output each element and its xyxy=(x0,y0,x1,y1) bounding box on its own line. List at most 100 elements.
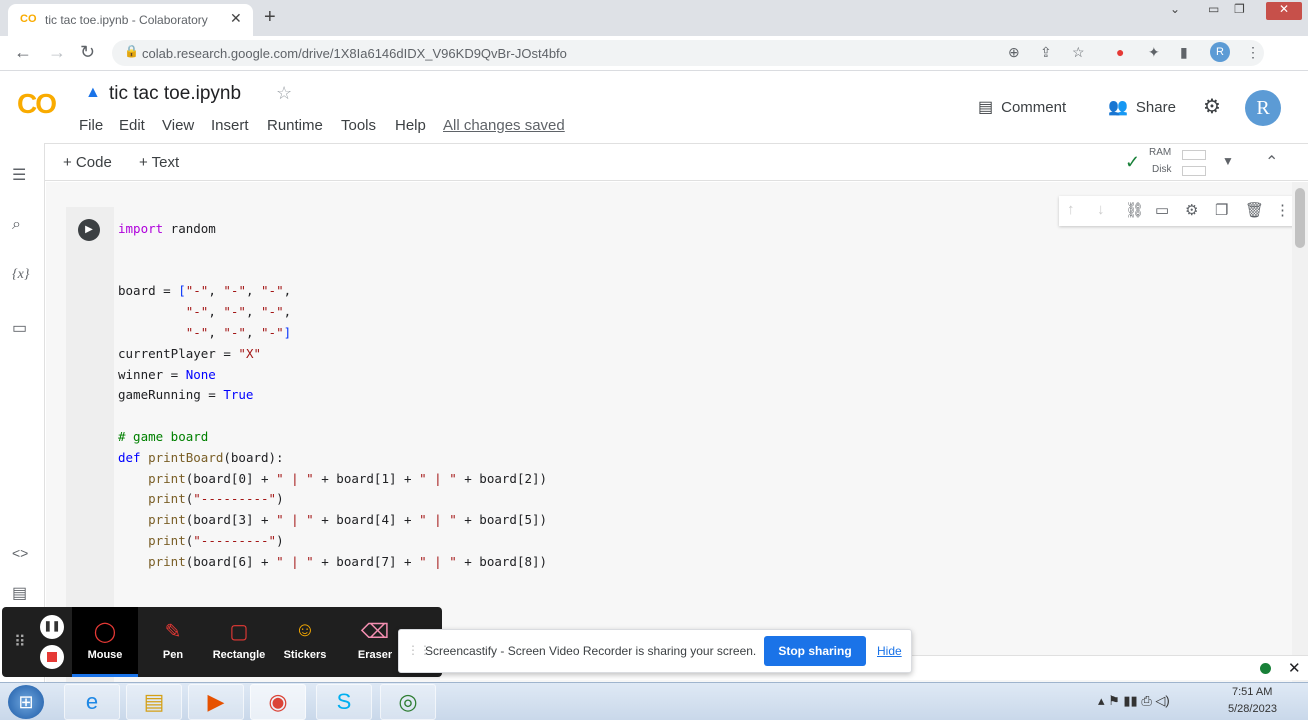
profile-avatar[interactable]: R xyxy=(1210,42,1230,62)
menu-runtime[interactable]: Runtime xyxy=(267,117,323,134)
google-drive-icon[interactable]: ▲ xyxy=(85,84,101,102)
code-line[interactable] xyxy=(118,406,547,427)
hide-notification-link[interactable]: Hide xyxy=(877,644,902,658)
share-page-icon[interactable]: ⇪ xyxy=(1040,44,1052,61)
browser-toolbar: ← → ↻ 🔒 colab.research.google.com/drive/… xyxy=(0,36,1308,71)
tab-search-chevron-icon[interactable]: ⌄ xyxy=(1170,2,1180,20)
address-bar[interactable]: 🔒 colab.research.google.com/drive/1X8Ia6… xyxy=(112,40,1264,66)
close-tab-icon[interactable]: ✕ xyxy=(230,10,242,27)
pen-tool-button[interactable]: ✎ Pen xyxy=(140,607,206,677)
code-line[interactable]: print(board[6] + " | " + board[7] + " | … xyxy=(118,552,547,573)
browser-menu-icon[interactable]: ⋮ xyxy=(1246,44,1260,61)
windows-start-button[interactable]: ⊞ xyxy=(8,685,44,719)
clock-date[interactable]: 5/28/2023 xyxy=(1228,703,1277,715)
ram-meter[interactable] xyxy=(1182,150,1206,160)
code-line[interactable] xyxy=(118,261,547,282)
code-line[interactable]: print(board[3] + " | " + board[4] + " | … xyxy=(118,510,547,531)
back-arrow-icon[interactable]: ← xyxy=(14,42,32,63)
notebook-title[interactable]: tic tac toe.ipynb xyxy=(109,83,241,105)
reload-icon[interactable]: ↻ xyxy=(80,42,95,63)
link-icon[interactable]: ⛓ xyxy=(1125,201,1144,219)
url-text[interactable]: colab.research.google.com/drive/1X8Ia614… xyxy=(142,46,567,61)
mouse-tool-button[interactable]: ◯ Mouse xyxy=(72,607,138,677)
browser-tab[interactable]: CO tic tac toe.ipynb - Colaboratory ✕ xyxy=(8,4,253,36)
colab-logo[interactable]: CO xyxy=(17,88,57,120)
mirror-cell-icon[interactable]: ❐ xyxy=(1215,201,1228,219)
menu-tools[interactable]: Tools xyxy=(341,117,376,134)
star-notebook-icon[interactable]: ☆ xyxy=(276,83,292,104)
minimize-window-icon[interactable]: ▭ xyxy=(1208,2,1219,20)
media-player-icon[interactable]: ▶ xyxy=(188,684,244,720)
code-line[interactable]: import random xyxy=(118,219,547,240)
rectangle-tool-button[interactable]: ▢ Rectangle xyxy=(206,607,272,677)
code-line[interactable]: def printBoard(board): xyxy=(118,448,547,469)
lock-icon[interactable]: 🔒 xyxy=(124,44,139,58)
code-line[interactable]: winner = None xyxy=(118,365,547,386)
collapse-header-icon[interactable]: ⌃ xyxy=(1265,152,1278,172)
code-line[interactable]: currentPlayer = "X" xyxy=(118,344,547,365)
vertical-scrollbar[interactable] xyxy=(1292,182,1308,682)
run-cell-button[interactable]: ▶ xyxy=(78,219,100,241)
comment-button[interactable]: ▤ Comment xyxy=(978,97,1066,117)
stickers-tool-button[interactable]: ☺ Stickers xyxy=(272,607,338,677)
more-options-icon[interactable]: ⋮ xyxy=(1275,201,1290,219)
move-down-icon[interactable]: ↓ xyxy=(1097,201,1105,218)
comment-cell-icon[interactable]: ▭ xyxy=(1155,201,1169,219)
screencastify-extension-icon[interactable]: ● xyxy=(1116,44,1124,60)
files-folder-icon[interactable]: ▭ xyxy=(12,318,27,338)
forward-arrow-icon[interactable]: → xyxy=(48,42,66,63)
move-up-icon[interactable]: ↑ xyxy=(1067,201,1075,218)
connected-check-icon[interactable]: ✓ xyxy=(1125,152,1140,173)
code-line[interactable]: print(board[0] + " | " + board[1] + " | … xyxy=(118,469,547,490)
disk-meter[interactable] xyxy=(1182,166,1206,176)
internet-explorer-icon[interactable]: e xyxy=(64,684,120,720)
code-line[interactable]: print("---------") xyxy=(118,489,547,510)
settings-gear-icon[interactable]: ⚙ xyxy=(1203,94,1221,119)
code-editor[interactable]: import random board = ["-", "-", "-", "-"… xyxy=(118,219,547,573)
pause-recording-button[interactable]: ❚❚ xyxy=(40,615,64,639)
delete-cell-icon[interactable]: 🗑 xyxy=(1245,201,1264,219)
stop-recording-button[interactable] xyxy=(40,645,64,669)
command-palette-icon[interactable]: ▤ xyxy=(12,583,27,603)
skype-icon[interactable]: S xyxy=(316,684,372,720)
search-icon[interactable]: ⌕ xyxy=(12,216,21,234)
code-line[interactable] xyxy=(118,240,547,261)
save-status-link[interactable]: All changes saved xyxy=(443,117,565,134)
close-status-icon[interactable]: ✕ xyxy=(1288,659,1301,677)
resources-dropdown-icon[interactable]: ▼ xyxy=(1222,154,1234,168)
variables-icon[interactable]: {x} xyxy=(12,267,29,283)
drag-handle-icon[interactable]: ⠿ xyxy=(14,632,26,652)
whatsapp-icon[interactable]: ◎ xyxy=(380,684,436,720)
chrome-icon[interactable]: ◉ xyxy=(250,684,306,720)
code-snippets-icon[interactable]: <> xyxy=(12,545,28,561)
code-line[interactable]: print("---------") xyxy=(118,531,547,552)
user-avatar[interactable]: R xyxy=(1245,90,1281,126)
clock-time[interactable]: 7:51 AM xyxy=(1232,686,1272,698)
code-line[interactable]: board = ["-", "-", "-", xyxy=(118,281,547,302)
stop-sharing-button[interactable]: Stop sharing xyxy=(764,636,866,666)
maximize-window-icon[interactable]: ❐ xyxy=(1234,2,1245,20)
cell-settings-icon[interactable]: ⚙ xyxy=(1185,201,1198,219)
table-of-contents-icon[interactable]: ☰ xyxy=(12,165,26,185)
zoom-icon[interactable]: ⊕ xyxy=(1008,44,1020,61)
side-panel-icon[interactable]: ▮ xyxy=(1180,44,1188,61)
menu-help[interactable]: Help xyxy=(395,117,426,134)
system-tray-icons[interactable]: ▴ ⚑ ▮▮ ⎙ ◁) xyxy=(1098,693,1170,709)
menu-insert[interactable]: Insert xyxy=(211,117,249,134)
add-code-button[interactable]: + Code xyxy=(63,154,112,171)
share-button[interactable]: 👥 Share xyxy=(1108,97,1176,117)
menu-edit[interactable]: Edit xyxy=(119,117,145,134)
close-window-icon[interactable]: ✕ xyxy=(1266,2,1302,20)
code-line[interactable]: "-", "-", "-", xyxy=(118,302,547,323)
scroll-thumb[interactable] xyxy=(1295,188,1305,248)
bookmark-star-icon[interactable]: ☆ xyxy=(1072,44,1085,61)
file-explorer-icon[interactable]: ▤ xyxy=(126,684,182,720)
menu-file[interactable]: File xyxy=(79,117,103,134)
code-line[interactable]: # game board xyxy=(118,427,547,448)
code-line[interactable]: gameRunning = True xyxy=(118,385,547,406)
menu-view[interactable]: View xyxy=(162,117,194,134)
add-text-button[interactable]: + Text xyxy=(139,154,179,171)
extensions-puzzle-icon[interactable]: ✦ xyxy=(1148,44,1160,61)
new-tab-icon[interactable]: + xyxy=(264,6,276,29)
code-line[interactable]: "-", "-", "-"] xyxy=(118,323,547,344)
